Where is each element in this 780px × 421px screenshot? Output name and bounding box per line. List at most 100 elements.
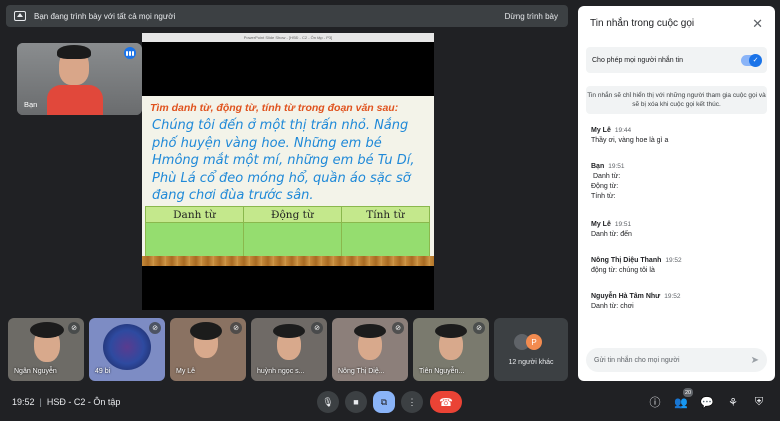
presenting-banner: Bạn đang trình bày với tất cả mọi người …	[6, 5, 568, 27]
current-time: 19:52	[12, 397, 35, 407]
message-sender: My Lê	[591, 127, 611, 134]
participant-tile[interactable]: ⊘ Ngân Nguyễn	[8, 318, 84, 381]
check-icon: ✓	[749, 53, 762, 67]
mic-off-icon: ⊘	[230, 322, 242, 334]
camera-icon: ■	[353, 397, 359, 407]
message-sender: My Lê	[591, 221, 611, 228]
message-time: 19:52	[665, 257, 682, 264]
chat-panel: Tin nhắn trong cuộc gọi ✕ Cho phép mọi n…	[578, 6, 775, 381]
slide-question: Tìm danh từ, động từ, tính từ trong đoạn…	[150, 102, 399, 114]
info-icon[interactable]: ⓘ	[648, 395, 662, 409]
message-text: Tính từ:	[591, 193, 616, 200]
person-hair	[103, 324, 151, 370]
allow-messages-toggle[interactable]: ✓	[741, 53, 762, 67]
participant-tile[interactable]: ⊘ huỳnh ngọc s...	[251, 318, 327, 381]
message-text: Thầy ơi, vàng hoe là gì a	[591, 137, 669, 144]
participant-name: Tiên Nguyễn...	[419, 368, 465, 375]
message-time: 19:52	[664, 293, 681, 300]
chat-input[interactable]: Gửi tin nhắn cho mọi người ➤	[586, 348, 767, 372]
stop-presenting-button[interactable]: Dừng trình bày	[505, 12, 558, 21]
meeting-name: HSĐ - C2 - Ôn tập	[46, 397, 121, 407]
message-time: 19:44	[614, 127, 632, 134]
mic-off-icon: ⊘	[311, 322, 323, 334]
participant-tile[interactable]: ⊘ Tiên Nguyễn...	[413, 318, 489, 381]
chat-message: My Lê 19:51 Danh từ: đến	[591, 220, 766, 240]
more-participants-tile[interactable]: P 12 người khác	[494, 318, 568, 381]
table-header-dong-tu: Động từ	[242, 206, 342, 223]
message-sender: Nông Thị Diệu Thanh	[591, 257, 662, 264]
chat-message: Nông Thị Diệu Thanh 19:52 động từ: chúng …	[591, 256, 766, 276]
presentation-view: PowerPoint Slide Show - [HSĐ - C2 - Ôn t…	[142, 33, 434, 310]
present-screen-icon: ⧉	[380, 396, 388, 407]
separator: |	[39, 397, 42, 407]
allow-messages-row: Cho phép mọi người nhắn tin ✓	[586, 47, 767, 73]
participant-tile[interactable]: ⊘ 49 bi	[89, 318, 165, 381]
participant-name: Ngân Nguyễn	[14, 368, 57, 375]
self-video-tile[interactable]: Bạn	[17, 43, 142, 115]
person-hair	[273, 324, 305, 338]
table-cell	[145, 222, 244, 257]
present-button[interactable]: ⧉	[373, 391, 395, 413]
message-text: động từ: chúng tôi là	[591, 267, 655, 274]
person-hair	[435, 324, 467, 338]
participant-avatar: P	[526, 334, 542, 350]
participant-tile[interactable]: ⊘ My Lê	[170, 318, 246, 381]
microphone-icon: 🎙	[322, 396, 334, 407]
close-icon[interactable]: ✕	[752, 16, 763, 32]
slide-passage: Chúng tôi đến ở một thị trấn nhỏ. Nắng p…	[152, 118, 415, 203]
more-participants-label: 12 người khác	[508, 359, 554, 366]
allow-messages-label: Cho phép mọi người nhắn tin	[592, 56, 683, 64]
participant-name: huỳnh ngọc s...	[257, 368, 305, 375]
slide: Tìm danh từ, động từ, tính từ trong đoạn…	[142, 42, 434, 303]
mic-off-icon: ⊘	[68, 322, 80, 334]
participant-name: 49 bi	[95, 368, 111, 375]
person-hair	[354, 324, 386, 338]
chat-icon[interactable]: 💬	[700, 395, 714, 409]
end-call-button[interactable]: ☎	[430, 391, 462, 413]
more-vert-icon: ⋮	[407, 396, 417, 407]
participant-tile[interactable]: ⊘ Nông Thị Diệ...	[332, 318, 408, 381]
participant-name: My Lê	[176, 368, 196, 375]
message-text: Danh từ: đến	[591, 231, 632, 238]
activities-icon[interactable]: ⚘	[726, 395, 740, 409]
chat-title: Tin nhắn trong cuộc gọi	[590, 18, 695, 29]
chat-message: Nguyễn Hà Tâm Như 19:52 Danh từ: chơi	[591, 292, 766, 312]
meet-window: Bạn đang trình bày với tất cả mọi người …	[0, 0, 780, 421]
answer-table: Danh từ Động từ Tính từ	[145, 206, 431, 257]
message-text: Động từ:	[591, 183, 619, 190]
mic-off-icon: ⊘	[392, 322, 404, 334]
speaking-indicator-icon	[124, 47, 136, 59]
person-hair	[30, 322, 64, 338]
people-icon[interactable]: 👥	[674, 395, 688, 409]
slide-content: Tìm danh từ, động từ, tính từ trong đoạn…	[142, 96, 434, 266]
send-icon[interactable]: ➤	[751, 355, 759, 366]
person-hair	[57, 45, 91, 59]
person-hair	[190, 322, 222, 340]
slide-floor-decoration	[142, 256, 434, 266]
chat-input-placeholder: Gửi tin nhắn cho mọi người	[594, 356, 680, 364]
slideshow-titlebar: PowerPoint Slide Show - [HSĐ - C2 - Ôn t…	[142, 33, 434, 42]
participant-name: Nông Thị Diệ...	[338, 368, 385, 375]
message-sender: Nguyễn Hà Tâm Như	[591, 293, 661, 300]
table-header-danh-tu: Danh từ	[145, 206, 244, 223]
meeting-info: 19:52 | HSĐ - C2 - Ôn tập	[12, 397, 120, 407]
host-controls-icon[interactable]: ⛨	[752, 395, 766, 409]
message-text: Danh từ: chơi	[591, 303, 634, 310]
more-options-button[interactable]: ⋮	[401, 391, 423, 413]
present-screen-icon	[14, 11, 26, 21]
table-cell	[242, 222, 342, 257]
self-name: Bạn	[24, 100, 38, 109]
presenting-text: Bạn đang trình bày với tất cả mọi người	[34, 11, 176, 21]
participant-count-badge: 20	[683, 388, 693, 397]
camera-button[interactable]: ■	[345, 391, 367, 413]
chat-notice: Tin nhắn sẽ chỉ hiển thị với những người…	[586, 86, 767, 114]
microphone-button[interactable]: 🎙	[317, 391, 339, 413]
message-time: 19:51	[614, 221, 632, 228]
table-cell	[340, 222, 431, 257]
message-text: Danh từ:	[593, 173, 621, 180]
message-time: 19:51	[608, 163, 625, 170]
chat-message: My Lê 19:44 Thầy ơi, vàng hoe là gì a	[591, 126, 766, 146]
message-sender: Bạn	[591, 163, 605, 170]
table-header-tinh-tu: Tính từ	[340, 206, 431, 223]
person-shirt	[47, 85, 103, 115]
